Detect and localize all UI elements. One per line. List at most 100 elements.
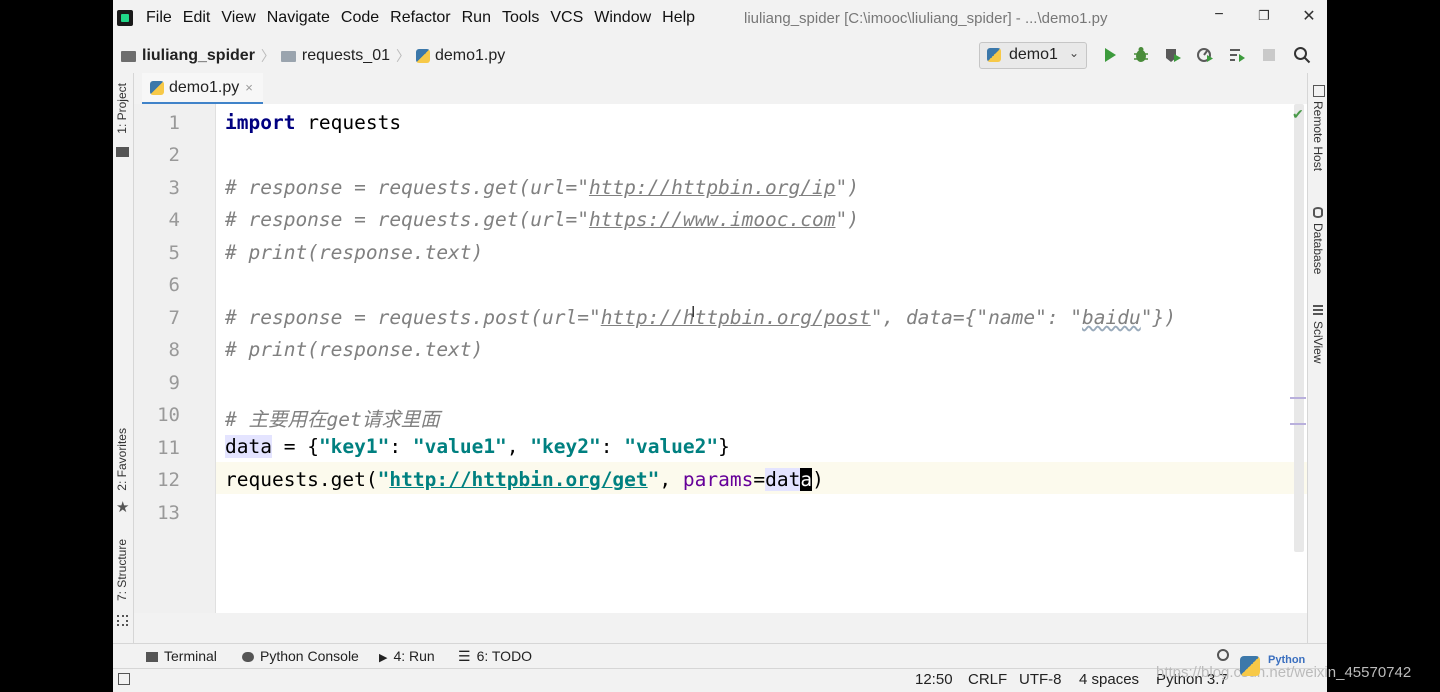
stop-icon[interactable] [1260,46,1278,64]
run-configuration-select[interactable]: demo1 ⌄ [979,42,1087,69]
terminal-tool-button[interactable]: Terminal [146,648,217,664]
tool-window-bar: Terminal Python Console ▶ 4: Run ☰ 6: TODO [113,643,1327,669]
string-url[interactable]: http://httpbin.org/get [389,468,647,491]
watermark-badge: Python [1268,654,1306,666]
caret-position[interactable]: 12:50 [915,671,953,688]
code-editor[interactable]: import requests # response = requests.ge… [216,104,1307,613]
code-line-8: # print(response.text) [225,338,484,361]
breadcrumb: liuliang_spider 〉 requests_01 〉 demo1.py [121,46,505,66]
error-stripe-mark[interactable] [1290,423,1306,425]
close-icon[interactable]: × [245,80,253,95]
breadcrumb-folder[interactable]: requests_01 [302,47,390,65]
pycharm-logo-icon [117,10,133,26]
menu-refactor[interactable]: Refactor [390,9,450,27]
line-number: 11 [157,437,180,459]
remote-host-tool-button[interactable]: Remote Host [1311,101,1325,171]
error-stripe-mark[interactable] [1290,397,1306,399]
code-text: ) [812,468,824,491]
variable: dat [765,468,801,491]
python-console-tool-button[interactable]: Python Console [242,648,359,664]
variable: data [225,435,272,458]
line-number: 3 [168,177,180,199]
coverage-icon[interactable] [1164,46,1182,64]
python-logo-icon [1240,656,1260,676]
comment-text: ") [835,176,859,199]
project-tool-button[interactable]: 1: Project [115,83,129,134]
minimize-button[interactable]: − [1204,6,1234,24]
run-icon[interactable] [1101,46,1119,64]
comment-text: # response = requests.get(url=" [225,208,589,231]
event-log-icon[interactable] [1217,649,1229,661]
line-number: 5 [168,242,180,264]
watermark-text: https://blog.csdn.net/weixin_45570742 [1156,664,1412,681]
editor-tab-bar: demo1.py × [134,73,1307,105]
line-number: 1 [168,112,180,134]
line-number: 9 [168,372,180,394]
line-number: 6 [168,274,180,296]
todo-label: 6: TODO [476,648,533,664]
python-file-icon [415,49,430,63]
code-text: : [600,435,625,458]
comment-url[interactable]: http://httpbin.org/ip [589,176,836,199]
window-title: liuliang_spider [C:\imooc\liuliang_spide… [744,10,1108,27]
todo-tool-button[interactable]: ☰ 6: TODO [458,648,532,665]
file-encoding[interactable]: UTF-8 [1019,671,1062,688]
comment-url[interactable]: http://httpbin.org/post [601,306,871,329]
database-icon [1313,207,1323,218]
tool-windows-toggle-icon[interactable] [118,673,130,685]
run-configuration-label: demo1 [1009,46,1058,63]
code-line-4: # response = requests.get(url="https://w… [225,208,859,231]
close-button[interactable]: ✕ [1294,6,1324,26]
menu-code[interactable]: Code [341,9,379,27]
run-tool-button[interactable]: ▶ 4: Run [379,648,435,664]
debug-icon[interactable] [1132,46,1150,64]
menu-run[interactable]: Run [462,9,491,27]
code-line-7: # response = requests.post(url="http://h… [225,306,1176,329]
menu-navigate[interactable]: Navigate [267,9,330,27]
folder-icon [116,147,129,157]
text-cursor-icon: I [691,304,696,321]
menu-edit[interactable]: Edit [183,9,211,27]
sciview-tool-button[interactable]: SciView [1311,321,1325,363]
menu-tools[interactable]: Tools [502,9,539,27]
code-line-1: import requests [225,111,401,134]
menu-window[interactable]: Window [594,9,651,27]
concurrency-icon[interactable] [1228,46,1246,64]
remote-host-icon [1313,85,1325,97]
tab-demo1[interactable]: demo1.py × [142,73,263,105]
line-number-gutter: 1 2 3 4 5 6 7 8 9 10 11 12 13 [134,104,237,613]
restore-button[interactable]: ❐ [1249,8,1279,24]
breadcrumb-project[interactable]: liuliang_spider [142,47,255,65]
comment-url[interactable]: https://www.imooc.com [589,208,836,231]
breadcrumb-file[interactable]: demo1.py [435,47,505,65]
line-separator[interactable]: CRLF [968,671,1007,688]
breadcrumb-separator-icon: 〉 [260,48,275,64]
line-number: 8 [168,339,180,361]
code-text: } [718,435,730,458]
structure-tool-button[interactable]: 7: Structure [115,539,129,601]
python-file-icon [150,80,164,95]
profile-icon[interactable] [1196,46,1214,64]
right-tool-strip: Remote Host Database SciView [1307,73,1327,643]
folder-icon [280,50,296,62]
database-tool-button[interactable]: Database [1311,223,1325,274]
code-line-3: # response = requests.get(url="http://ht… [225,176,859,199]
menu-vcs[interactable]: VCS [550,9,583,27]
menu-help[interactable]: Help [662,9,695,27]
line-number: 4 [168,209,180,231]
run-label: 4: Run [393,648,435,664]
vertical-scrollbar[interactable] [1294,104,1304,552]
inspection-ok-icon[interactable]: ✔ [1292,106,1304,123]
menu-file[interactable]: File [146,9,172,27]
search-icon[interactable] [1293,46,1311,64]
code-line-10: # 主要用在get请求里面 [225,408,440,431]
structure-icon [117,615,128,626]
favorites-tool-button[interactable]: 2: Favorites [115,428,129,491]
indent-setting[interactable]: 4 spaces [1079,671,1139,688]
code-text: : [389,435,413,458]
menu-view[interactable]: View [221,9,255,27]
menu-bar: File Edit View Navigate Code Refactor Ru… [113,0,1327,38]
chevron-down-icon: ⌄ [1068,46,1079,60]
breadcrumb-separator-icon: 〉 [395,48,410,64]
string-literal: " [647,468,660,491]
